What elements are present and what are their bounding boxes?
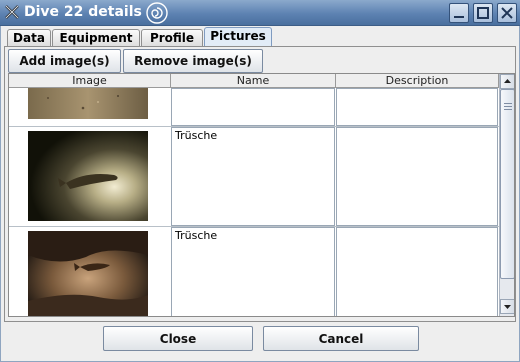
close-button[interactable]: Close <box>103 326 253 351</box>
cancel-button[interactable]: Cancel <box>263 326 419 351</box>
description-cell[interactable] <box>336 227 498 316</box>
description-cell[interactable] <box>336 127 498 226</box>
x-app-icon <box>5 5 19 19</box>
image-cell <box>9 227 170 316</box>
scroll-thumb[interactable] <box>500 89 514 279</box>
description-cell[interactable] <box>336 88 498 126</box>
column-header-name[interactable]: Name <box>171 74 336 88</box>
sandy-bottom-photo <box>28 88 148 119</box>
tab-equipment[interactable]: Equipment <box>52 29 140 47</box>
grip-line <box>504 103 512 104</box>
scroll-up-button[interactable] <box>500 74 514 89</box>
arrow-down-icon <box>504 305 511 309</box>
table-header: Image Name Description <box>9 74 499 88</box>
fish-on-bottom-photo <box>28 131 148 221</box>
remove-images-button[interactable]: Remove image(s) <box>123 49 263 73</box>
name-cell[interactable]: Trüsche <box>171 227 335 316</box>
vertical-scrollbar[interactable] <box>499 74 514 316</box>
fish-under-rock-photo <box>28 231 148 316</box>
spiral-logo-icon <box>146 2 168 24</box>
tab-data[interactable]: Data <box>7 29 51 47</box>
window-title: Dive 22 details <box>24 4 142 20</box>
table-row[interactable] <box>9 88 499 126</box>
minimize-icon <box>454 16 464 18</box>
name-cell[interactable] <box>171 88 335 126</box>
title-bar[interactable]: Dive 22 details <box>0 0 520 26</box>
name-cell[interactable]: Trüsche <box>171 127 335 226</box>
arrow-up-icon <box>504 79 511 83</box>
column-header-description[interactable]: Description <box>336 74 499 88</box>
close-window-button[interactable] <box>497 3 517 23</box>
grip-line <box>504 106 512 107</box>
column-header-image[interactable]: Image <box>9 74 171 88</box>
table-body: Trüsche Trüsche <box>9 88 499 316</box>
image-cell <box>9 88 170 126</box>
maximize-icon <box>477 7 489 19</box>
tab-pictures[interactable]: Pictures <box>204 27 272 47</box>
image-cell <box>9 127 170 226</box>
maximize-button[interactable] <box>473 3 493 23</box>
tab-profile[interactable]: Profile <box>141 29 203 47</box>
scroll-down-button[interactable] <box>500 299 514 314</box>
table-row[interactable]: Trüsche <box>9 227 499 316</box>
pictures-table: Image Name Description Trüsche Trüsche <box>8 73 515 317</box>
table-row[interactable]: Trüsche <box>9 127 499 226</box>
add-images-button[interactable]: Add image(s) <box>8 49 121 73</box>
minimize-button[interactable] <box>449 3 469 23</box>
grip-line <box>504 109 512 110</box>
close-icon <box>501 7 513 19</box>
dialog-window: Data Equipment Profile Pictures Add imag… <box>0 26 520 362</box>
